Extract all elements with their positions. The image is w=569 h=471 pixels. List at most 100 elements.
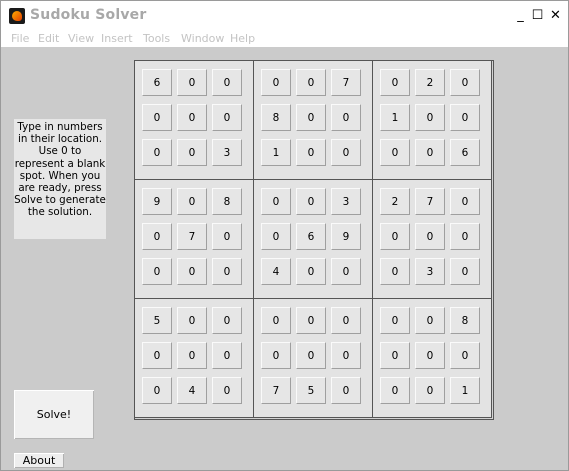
- minimize-button[interactable]: _: [513, 8, 528, 23]
- sudoku-cell-input[interactable]: [296, 104, 326, 131]
- sudoku-cell-input[interactable]: [380, 104, 410, 131]
- sudoku-cell-input[interactable]: [450, 377, 480, 404]
- sudoku-cell-input[interactable]: [450, 342, 480, 369]
- sudoku-cell-input[interactable]: [142, 223, 172, 250]
- about-button[interactable]: About: [14, 453, 64, 468]
- sudoku-cell-input[interactable]: [142, 258, 172, 285]
- sudoku-cell-input[interactable]: [212, 69, 242, 96]
- sudoku-cell-input[interactable]: [177, 342, 207, 369]
- sudoku-cell-input[interactable]: [415, 307, 445, 334]
- sudoku-cell-input[interactable]: [212, 377, 242, 404]
- menu-bar: File Edit View Insert Tools Window Help: [1, 31, 568, 47]
- sudoku-cell-input[interactable]: [296, 69, 326, 96]
- sudoku-cell-input[interactable]: [177, 69, 207, 96]
- sudoku-cell-input[interactable]: [142, 104, 172, 131]
- sudoku-cell-input[interactable]: [415, 223, 445, 250]
- maximize-button[interactable]: ☐: [530, 8, 545, 23]
- sudoku-cell-input[interactable]: [261, 342, 291, 369]
- solve-button[interactable]: Solve!: [14, 390, 94, 439]
- sudoku-cell-input[interactable]: [380, 69, 410, 96]
- sudoku-cell-input[interactable]: [296, 258, 326, 285]
- sudoku-cell-input[interactable]: [177, 377, 207, 404]
- menu-view[interactable]: View: [68, 32, 94, 45]
- sudoku-cell-input[interactable]: [296, 188, 326, 215]
- sudoku-cell-input[interactable]: [331, 342, 361, 369]
- menu-file[interactable]: File: [11, 32, 29, 45]
- sudoku-cell-input[interactable]: [142, 69, 172, 96]
- sudoku-cell-input[interactable]: [380, 188, 410, 215]
- sudoku-cell-input[interactable]: [177, 307, 207, 334]
- sudoku-cell-input[interactable]: [212, 139, 242, 166]
- sudoku-cell-input[interactable]: [261, 188, 291, 215]
- sudoku-cell-input[interactable]: [415, 104, 445, 131]
- sudoku-cell-input[interactable]: [331, 188, 361, 215]
- sudoku-block: [134, 179, 254, 299]
- sudoku-cell-input[interactable]: [331, 377, 361, 404]
- close-button[interactable]: ✕: [548, 8, 563, 23]
- sudoku-cell-input[interactable]: [212, 188, 242, 215]
- menu-insert[interactable]: Insert: [101, 32, 133, 45]
- main-window: Sudoku Solver _ ☐ ✕ File Edit View Inser…: [0, 0, 569, 471]
- sudoku-cell-input[interactable]: [142, 342, 172, 369]
- sudoku-cell-input[interactable]: [142, 377, 172, 404]
- sudoku-cell-input[interactable]: [450, 223, 480, 250]
- sudoku-cell-input[interactable]: [331, 104, 361, 131]
- sudoku-cell-input[interactable]: [261, 307, 291, 334]
- instructions-text: Type in numbers in their location. Use 0…: [14, 119, 106, 239]
- sudoku-cell-input[interactable]: [212, 342, 242, 369]
- sudoku-block: [372, 60, 492, 180]
- sudoku-cell-input[interactable]: [212, 104, 242, 131]
- menu-window[interactable]: Window: [181, 32, 224, 45]
- sudoku-block: [372, 298, 492, 418]
- sudoku-cell-input[interactable]: [380, 342, 410, 369]
- sudoku-cell-input[interactable]: [177, 139, 207, 166]
- sudoku-cell-input[interactable]: [415, 188, 445, 215]
- sudoku-cell-input[interactable]: [331, 69, 361, 96]
- sudoku-cell-input[interactable]: [261, 104, 291, 131]
- sudoku-cell-input[interactable]: [177, 223, 207, 250]
- sudoku-cell-input[interactable]: [415, 377, 445, 404]
- sudoku-cell-input[interactable]: [261, 258, 291, 285]
- sudoku-cell-input[interactable]: [261, 377, 291, 404]
- sudoku-cell-input[interactable]: [296, 223, 326, 250]
- sudoku-cell-input[interactable]: [177, 188, 207, 215]
- sudoku-cell-input[interactable]: [450, 139, 480, 166]
- sudoku-cell-input[interactable]: [450, 258, 480, 285]
- sudoku-cell-input[interactable]: [177, 104, 207, 131]
- sudoku-cell-input[interactable]: [415, 139, 445, 166]
- sudoku-cell-input[interactable]: [296, 342, 326, 369]
- sudoku-cell-input[interactable]: [261, 139, 291, 166]
- sudoku-cell-input[interactable]: [415, 342, 445, 369]
- sudoku-cell-input[interactable]: [177, 258, 207, 285]
- sudoku-cell-input[interactable]: [142, 139, 172, 166]
- menu-tools[interactable]: Tools: [143, 32, 170, 45]
- sudoku-cell-input[interactable]: [380, 307, 410, 334]
- sudoku-cell-input[interactable]: [261, 69, 291, 96]
- sudoku-cell-input[interactable]: [142, 188, 172, 215]
- sudoku-cell-input[interactable]: [261, 223, 291, 250]
- sudoku-cell-input[interactable]: [450, 307, 480, 334]
- sudoku-cell-input[interactable]: [212, 223, 242, 250]
- menu-edit[interactable]: Edit: [38, 32, 59, 45]
- sudoku-cell-input[interactable]: [296, 307, 326, 334]
- sudoku-cell-input[interactable]: [331, 223, 361, 250]
- sudoku-cell-input[interactable]: [450, 69, 480, 96]
- sudoku-cell-input[interactable]: [415, 258, 445, 285]
- menu-help[interactable]: Help: [230, 32, 255, 45]
- sudoku-cell-input[interactable]: [331, 307, 361, 334]
- sudoku-cell-input[interactable]: [296, 377, 326, 404]
- sudoku-cell-input[interactable]: [296, 139, 326, 166]
- sudoku-cell-input[interactable]: [380, 377, 410, 404]
- sudoku-cell-input[interactable]: [331, 258, 361, 285]
- sudoku-cell-input[interactable]: [450, 104, 480, 131]
- sudoku-board: [134, 60, 494, 420]
- sudoku-cell-input[interactable]: [380, 139, 410, 166]
- sudoku-cell-input[interactable]: [415, 69, 445, 96]
- sudoku-cell-input[interactable]: [450, 188, 480, 215]
- sudoku-cell-input[interactable]: [380, 258, 410, 285]
- sudoku-cell-input[interactable]: [380, 223, 410, 250]
- sudoku-cell-input[interactable]: [212, 258, 242, 285]
- sudoku-cell-input[interactable]: [142, 307, 172, 334]
- sudoku-cell-input[interactable]: [212, 307, 242, 334]
- sudoku-cell-input[interactable]: [331, 139, 361, 166]
